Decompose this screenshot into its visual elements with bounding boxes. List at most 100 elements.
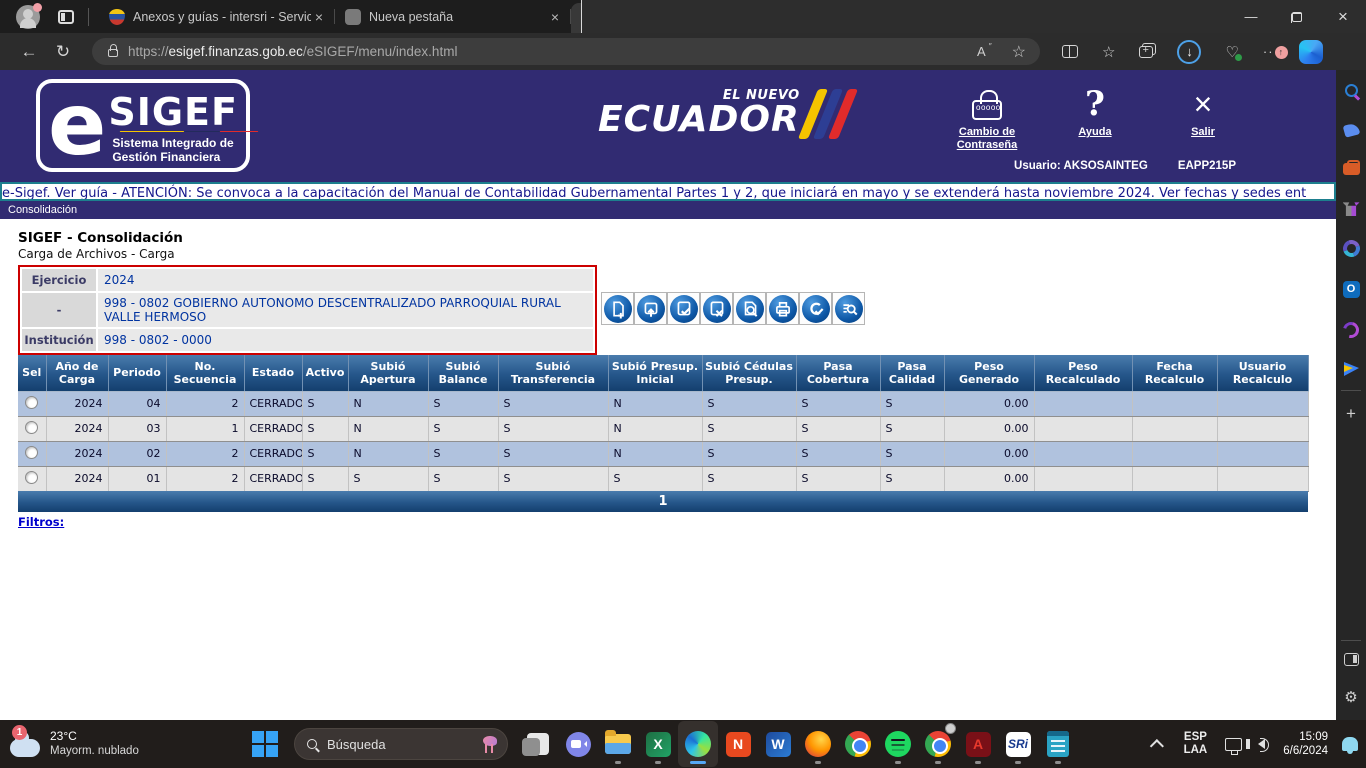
- chrome-profile-button[interactable]: [918, 721, 958, 767]
- read-aloud-icon[interactable]: A: [977, 42, 991, 59]
- more-menu-icon[interactable]: ··· ↑: [1263, 44, 1288, 59]
- form-value-ejercicio[interactable]: 2024: [98, 269, 593, 291]
- cell: 2024: [46, 391, 109, 417]
- cell: S: [302, 416, 349, 442]
- sidebar-outlook-icon[interactable]: O: [1342, 281, 1360, 298]
- clock[interactable]: 15:09 6/6/2024: [1283, 730, 1328, 758]
- cell: 04: [108, 391, 167, 417]
- sidebar-games-icon[interactable]: [1342, 202, 1360, 216]
- tab-nueva-pestana[interactable]: Nueva pestaña ×: [335, 0, 571, 33]
- sidebar-panel-icon[interactable]: [1343, 653, 1359, 666]
- sri-button[interactable]: SRi: [998, 721, 1038, 767]
- spotify-button[interactable]: [878, 721, 918, 767]
- col-subio-presup: Subió Presup. Inicial: [608, 355, 703, 392]
- cell: [1034, 466, 1133, 492]
- menu-item-consolidacion[interactable]: Consolidación: [8, 204, 77, 216]
- collections-icon[interactable]: [1139, 44, 1154, 58]
- print-button[interactable]: [766, 292, 799, 325]
- back-icon[interactable]: ←: [12, 42, 46, 62]
- file-explorer-button[interactable]: [598, 721, 638, 767]
- browser-essentials-icon[interactable]: ♡: [1225, 43, 1243, 61]
- form-value-entidad[interactable]: 998 - 0802 GOBIERNO AUTONOMO DESCENTRALI…: [98, 293, 593, 327]
- refresh-icon[interactable]: ↻: [46, 42, 80, 62]
- workspaces-icon[interactable]: [58, 9, 74, 24]
- language-indicator[interactable]: ESP LAA: [1184, 731, 1208, 757]
- chrome-icon: [925, 731, 951, 757]
- search-highlight-flamingo-icon[interactable]: [479, 732, 501, 756]
- filters-link[interactable]: Filtros:: [18, 515, 64, 529]
- profile-notification-dot: [33, 2, 42, 12]
- form-row: - 998 - 0802 GOBIERNO AUTONOMO DESCENTRA…: [22, 293, 593, 327]
- chrome-button[interactable]: [838, 721, 878, 767]
- weather-widget[interactable]: 1 23°C Mayorm. nublado: [10, 725, 190, 759]
- close-tab-icon[interactable]: ×: [311, 9, 327, 25]
- close-tab-icon[interactable]: ×: [547, 9, 563, 25]
- new-document-button[interactable]: [601, 292, 634, 325]
- sidebar-settings-icon[interactable]: ⚙: [1344, 688, 1357, 706]
- notifications-bell-icon[interactable]: [1342, 737, 1358, 754]
- split-screen-icon[interactable]: [1062, 45, 1078, 58]
- address-bar[interactable]: https://esigef.finanzas.gob.ec/eSIGEF/me…: [92, 38, 1040, 65]
- cell: N: [608, 441, 703, 467]
- sidebar-shopping-icon[interactable]: [1342, 122, 1360, 138]
- search-records-button[interactable]: [832, 292, 865, 325]
- favorite-icon[interactable]: ☆: [1012, 42, 1026, 62]
- validate-document-button[interactable]: [667, 292, 700, 325]
- close-window-button[interactable]: ×: [1320, 0, 1366, 33]
- page-number[interactable]: 1: [658, 494, 667, 509]
- tab-anexos[interactable]: Anexos y guías - intersri - Servici ×: [99, 0, 335, 33]
- preview-document-button[interactable]: [733, 292, 766, 325]
- col-usuario-recalculo: Usuario Recalculo: [1217, 355, 1309, 392]
- form-value-institucion[interactable]: 998 - 0802 - 0000: [98, 329, 593, 351]
- row-radio-button[interactable]: [25, 395, 39, 409]
- cell: S: [702, 466, 797, 492]
- start-button[interactable]: [252, 731, 278, 757]
- row-radio-button[interactable]: [25, 470, 39, 484]
- cell: 2024: [46, 416, 109, 442]
- firefox-button[interactable]: [798, 721, 838, 767]
- taskbar-search-box[interactable]: [294, 728, 508, 760]
- favorites-list-icon[interactable]: ☆: [1102, 43, 1115, 61]
- folder-icon: [605, 730, 631, 754]
- sidebar-toolbox-icon[interactable]: [1342, 160, 1360, 175]
- tray-time: 15:09: [1299, 731, 1328, 743]
- volume-icon[interactable]: [1246, 738, 1270, 752]
- help-button[interactable]: ? Ayuda: [1058, 82, 1132, 152]
- tab-esigef[interactable]: eSIGEF - Sistema Integrado de G ×: [571, 0, 1366, 413]
- change-password-button[interactable]: Cambio de Contraseña: [950, 82, 1024, 152]
- lock-icon[interactable]: [108, 44, 118, 57]
- edge-button[interactable]: [678, 721, 718, 767]
- sidebar-search-icon[interactable]: [1344, 84, 1358, 97]
- network-icon[interactable]: [1225, 737, 1243, 755]
- reject-document-button[interactable]: [700, 292, 733, 325]
- hidden-icons-chevron[interactable]: [1149, 739, 1164, 754]
- cell: N: [608, 391, 703, 417]
- restore-button[interactable]: [1274, 0, 1320, 33]
- downloads-icon[interactable]: ↓: [1177, 39, 1202, 64]
- row-radio-button[interactable]: [25, 420, 39, 434]
- excel-button[interactable]: X: [638, 721, 678, 767]
- logout-button[interactable]: × Salir: [1166, 82, 1240, 152]
- quality-check-button[interactable]: [799, 292, 832, 325]
- url-text[interactable]: https://esigef.finanzas.gob.ec/eSIGEF/me…: [128, 44, 977, 59]
- minimize-button[interactable]: —: [1228, 0, 1274, 33]
- table-row: 2024 02 2 CERRADO S N S S N S S S 0.00: [18, 441, 1309, 467]
- nitro-pdf-button[interactable]: N: [718, 721, 758, 767]
- cell: CERRADO: [244, 416, 303, 442]
- upload-document-button[interactable]: [634, 292, 667, 325]
- sidebar-microsoft365-icon[interactable]: [1339, 237, 1363, 260]
- acrobat-button[interactable]: A: [958, 721, 998, 767]
- sidebar-send-icon[interactable]: [1343, 362, 1359, 376]
- crest-favicon: [109, 8, 125, 25]
- notepad-button[interactable]: [1038, 721, 1078, 767]
- row-radio-button[interactable]: [25, 445, 39, 459]
- chat-button[interactable]: [558, 721, 598, 767]
- copilot-icon[interactable]: [1298, 39, 1323, 64]
- sidebar-add-icon[interactable]: +: [1343, 405, 1360, 422]
- word-button[interactable]: W: [758, 721, 798, 767]
- sidebar-creative-icon[interactable]: [1340, 319, 1362, 341]
- password-lock-icon: [972, 90, 1002, 120]
- profile-avatar[interactable]: [16, 2, 42, 29]
- task-view-button[interactable]: [518, 721, 558, 767]
- search-input[interactable]: [327, 736, 447, 752]
